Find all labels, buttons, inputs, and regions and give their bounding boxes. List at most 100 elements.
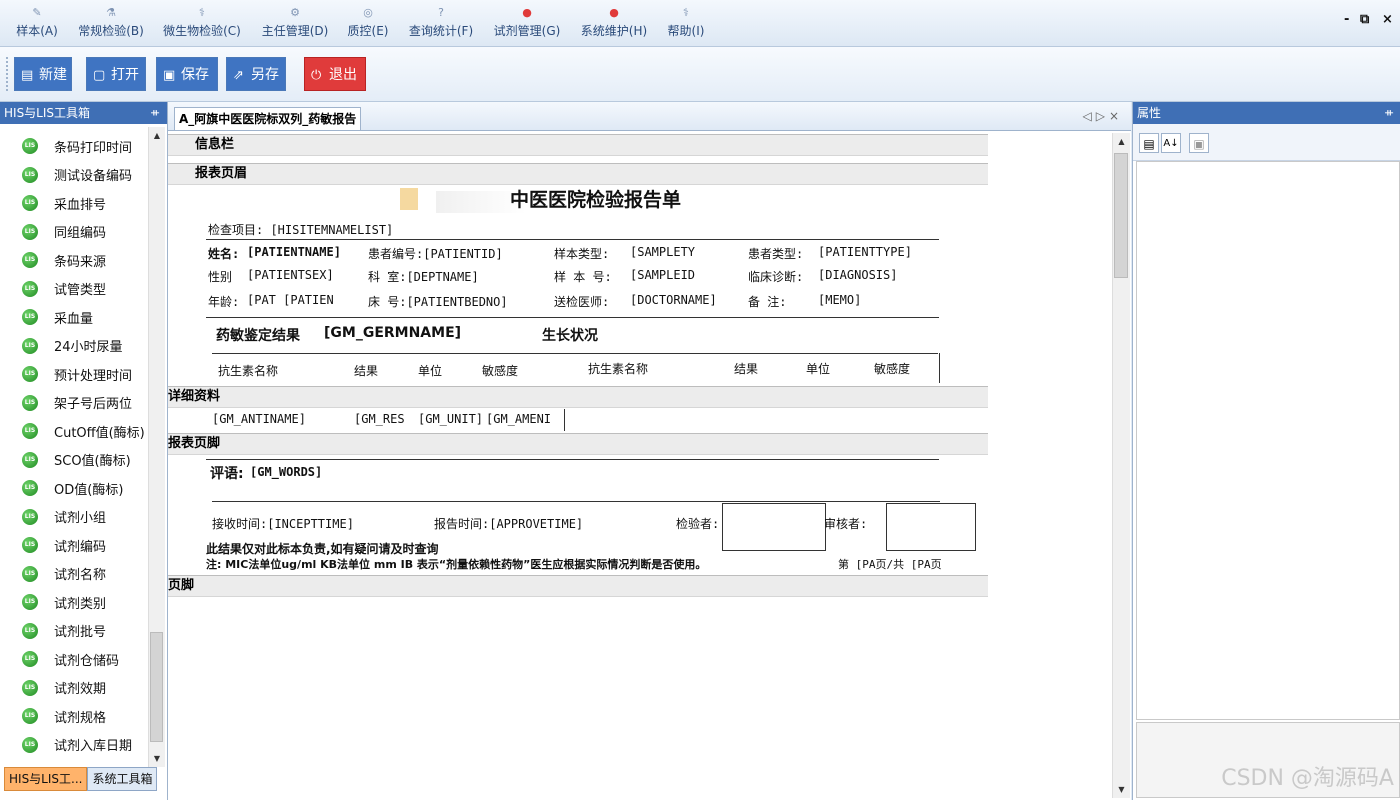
pin-icon[interactable]: ᚑ <box>1385 102 1393 124</box>
band-label: 信息栏 <box>195 137 235 152</box>
save-as-button-label: 另存 <box>251 67 279 83</box>
field-deptname: 科 室:[DEPTNAME] <box>368 270 479 284</box>
lis-field-icon: LIS <box>22 480 38 497</box>
lis-field-icon: LIS <box>22 622 38 639</box>
toolbox-item[interactable]: LIS 试剂名称 <box>0 560 148 589</box>
toolbar-grip[interactable] <box>6 57 11 91</box>
restore-button[interactable]: ⧉ <box>1360 12 1369 27</box>
close-button[interactable]: × <box>1382 12 1393 27</box>
open-button[interactable]: ▢ 打开 <box>86 57 146 91</box>
scroll-down-icon[interactable]: ▼ <box>1113 785 1130 794</box>
toolbox-item[interactable]: LIS 试剂小组 <box>0 503 148 532</box>
scroll-thumb[interactable] <box>1114 153 1128 278</box>
toolbox-item[interactable]: LIS 试剂编码 <box>0 531 148 560</box>
menu-help[interactable]: ⚕ 帮助(I) <box>662 4 710 44</box>
label-sampleid: 样 本 号: <box>554 270 612 284</box>
menu-label: 主任管理(D) <box>261 24 329 38</box>
categorized-icon[interactable]: ▤ <box>1139 133 1159 153</box>
exit-button[interactable]: ⏻ 退出 <box>304 57 366 91</box>
toolbox-item[interactable]: LIS 试剂效期 <box>0 674 148 703</box>
band-info[interactable]: 信息栏 <box>168 134 988 156</box>
toolbox-item-label: 试剂规格 <box>54 710 107 726</box>
lis-field-icon: LIS <box>22 309 38 326</box>
scroll-thumb[interactable] <box>150 632 163 742</box>
toolbox-item-label: 试剂入库日期 <box>54 739 133 755</box>
toolbox-item-label: 试剂类别 <box>54 596 107 612</box>
menu-label: 试剂管理(G) <box>493 24 561 38</box>
tab-report-document[interactable]: A_阿旗中医医院标双列_药敏报告 <box>174 107 362 130</box>
inspector-signature-box[interactable] <box>722 503 826 551</box>
save-as-button[interactable]: ⇗ 另存 <box>226 57 286 91</box>
toolbox-item[interactable]: LIS SCO值(酶标) <box>0 446 148 475</box>
property-grid[interactable] <box>1136 161 1400 720</box>
band-label: 报表页眉 <box>195 166 248 181</box>
toolbox-item[interactable]: LIS 试剂规格 <box>0 702 148 731</box>
toolbox-item[interactable]: LIS 24小时尿量 <box>0 332 148 361</box>
toolbox-scrollbar[interactable]: ▲ ▼ <box>148 127 165 767</box>
divider <box>564 409 565 431</box>
band-report-footer[interactable]: 报表页脚 <box>168 433 988 455</box>
toolbox-item[interactable]: LIS 采血量 <box>0 303 148 332</box>
menu-system-maintenance[interactable]: ● 系统维护(H) <box>577 4 651 44</box>
document-scrollbar[interactable]: ▲ ▼ <box>1112 133 1130 798</box>
band-detail[interactable]: 详细资料 <box>168 386 988 408</box>
logo-placeholder <box>400 188 418 210</box>
menu-reagent[interactable]: ● 试剂管理(G) <box>490 4 564 44</box>
panel-title: 属性 <box>1137 106 1162 120</box>
label-sampletype: 样本类型: <box>554 247 610 261</box>
toolbox-item[interactable]: LIS 预计处理时间 <box>0 360 148 389</box>
property-pages-icon[interactable]: ▣ <box>1189 133 1209 153</box>
tab-system-toolbox[interactable]: 系统工具箱 <box>87 767 158 791</box>
menu-director[interactable]: ⚙ 主任管理(D) <box>258 4 332 44</box>
pin-icon[interactable]: ᚑ <box>151 102 159 124</box>
band-page-footer[interactable]: 页脚 <box>168 575 988 597</box>
reviewer-signature-box[interactable] <box>886 503 976 551</box>
field-patientsex: [PATIENTSEX] <box>247 268 334 282</box>
properties-panel: 属性 ᚑ ▤ A↓ ▣ <box>1132 102 1400 800</box>
menu-label: 常规检验(B) <box>78 24 144 38</box>
microscope-icon: ⚕ <box>199 6 205 19</box>
toolbox-list: LIS 条码打印时间 LIS 测试设备编码 LIS 采血排号 LIS 同组编码 LIS 条码来源 L… <box>0 132 148 759</box>
tab-his-lis-toolbox[interactable]: HIS与LIS工... <box>4 767 88 791</box>
lis-field-icon: LIS <box>22 223 38 240</box>
menu-microbiology[interactable]: ⚕ 微生物检验(C) <box>160 4 244 44</box>
toolbox-item[interactable]: LIS CutOff值(酶标) <box>0 417 148 446</box>
toolbox-item[interactable]: LIS 试剂类别 <box>0 588 148 617</box>
toolbox-item[interactable]: LIS 架子号后两位 <box>0 389 148 418</box>
open-button-label: 打开 <box>111 67 139 83</box>
scroll-up-icon[interactable]: ▲ <box>1113 137 1130 146</box>
new-button[interactable]: ▤ 新建 <box>14 57 72 91</box>
minimize-button[interactable]: - <box>1344 12 1349 27</box>
toolbox-item[interactable]: LIS 试管类型 <box>0 275 148 304</box>
menu-label: 质控(E) <box>347 24 389 38</box>
toolbox-item[interactable]: LIS 条码来源 <box>0 246 148 275</box>
save-button[interactable]: ▣ 保存 <box>156 57 218 91</box>
toolbox-item[interactable]: LIS 同组编码 <box>0 218 148 247</box>
menu-routine-test[interactable]: ⚗ 常规检验(B) <box>74 4 148 44</box>
toolbox-item[interactable]: LIS OD值(酶标) <box>0 474 148 503</box>
sort-alpha-icon[interactable]: A↓ <box>1161 133 1181 153</box>
report-designer-canvas[interactable]: 信息栏 报表页眉 中医医院检验报告单 检查项目: [HISITEMNAMELIS… <box>168 133 988 597</box>
label-memo: 备 注: <box>748 295 787 309</box>
scroll-up-icon[interactable]: ▲ <box>149 131 165 140</box>
menu-qc[interactable]: ◎ 质控(E) <box>344 4 392 44</box>
director-icon: ⚙ <box>290 6 300 19</box>
toolbox-item[interactable]: LIS 试剂批号 <box>0 617 148 646</box>
toolbox-item[interactable]: LIS 条码打印时间 <box>0 132 148 161</box>
toolbox-item[interactable]: LIS 测试设备编码 <box>0 161 148 190</box>
toolbox-item[interactable]: LIS 试剂仓储码 <box>0 645 148 674</box>
toolbox-item[interactable]: LIS 采血排号 <box>0 189 148 218</box>
menu-sample[interactable]: ✎ 样本(A) <box>12 4 62 44</box>
label-patienttype: 患者类型: <box>748 247 804 261</box>
menu-label: 系统维护(H) <box>580 24 648 38</box>
lis-field-icon: LIS <box>22 423 38 440</box>
toolbox-tabs: HIS与LIS工... 系统工具箱 <box>4 767 158 791</box>
label-name: 姓名: <box>208 247 240 261</box>
report-title: 中医医院检验报告单 <box>510 189 682 211</box>
menu-query-stats[interactable]: ? 查询统计(F) <box>406 4 476 44</box>
toolbox-item[interactable]: LIS 试剂入库日期 <box>0 731 148 760</box>
scroll-down-icon[interactable]: ▼ <box>149 754 165 763</box>
save-button-label: 保存 <box>181 67 209 83</box>
band-report-header[interactable]: 报表页眉 <box>168 163 988 185</box>
tab-nav-icons[interactable]: ◁▷× <box>1082 109 1123 123</box>
